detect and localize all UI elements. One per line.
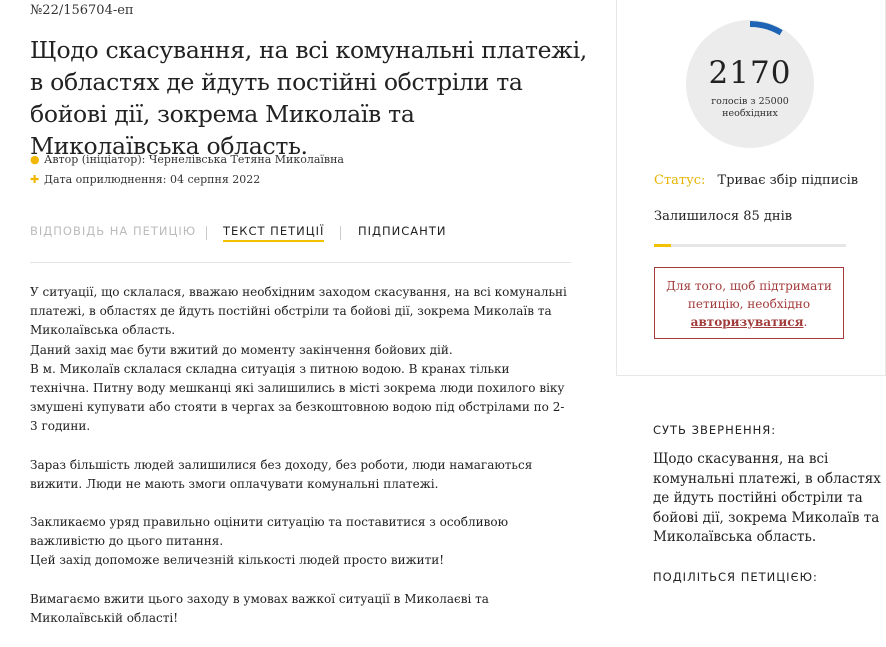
date-text: Дата оприлюднення: 04 серпня 2022 — [44, 173, 261, 186]
status-line: Статус: Триває збір підписів — [654, 173, 858, 188]
login-link[interactable]: авторизуватися — [691, 315, 804, 329]
body-paragraph: Закликаємо уряд правильно оцінити ситуац… — [30, 515, 509, 568]
tab-answer[interactable]: ВІДПОВІДЬ НА ПЕТИЦІЮ — [30, 224, 196, 238]
plus-icon: ✚ — [30, 173, 40, 186]
body-paragraph: Зараз більшість людей залишилися без дох… — [30, 457, 533, 491]
petition-body: У ситуації, що склалася, вважаю необхідн… — [30, 283, 570, 647]
votes-count: 2170 — [708, 55, 792, 91]
body-paragraph: У ситуації, що склалася, вважаю необхідн… — [30, 285, 567, 434]
petition-number: №22/156704-еп — [30, 3, 134, 18]
body-paragraph: Вимагаємо вжити цього заходу в умовах ва… — [30, 591, 489, 625]
votes-needed: голосів з 25000 необхідних — [711, 96, 789, 119]
author-line: ● Автор (ініціатор): Чернелівська Тетяна… — [30, 153, 344, 166]
petition-title: Щодо скасування, на всі комунальні плате… — [30, 36, 587, 160]
auth-notice: Для того, щоб підтримати петицію, необхі… — [654, 267, 844, 339]
tab-divider — [206, 226, 207, 240]
date-line: ✚ Дата оприлюднення: 04 серпня 2022 — [30, 173, 260, 186]
progress-bar — [654, 244, 846, 247]
tabs-divider — [30, 262, 571, 263]
user-icon: ● — [30, 153, 40, 166]
progress-fill — [654, 244, 671, 247]
author-text: Автор (ініціатор): Чернелівська Тетяна М… — [44, 153, 344, 166]
status-value: Триває збір підписів — [717, 173, 859, 188]
status-label: Статус: — [654, 173, 706, 188]
summary-heading: СУТЬ ЗВЕРНЕННЯ: — [653, 423, 777, 437]
tab-signers[interactable]: ПІДПИСАНТИ — [358, 224, 446, 238]
auth-text: Для того, щоб підтримати петицію, необхі… — [666, 279, 832, 311]
share-heading: ПОДІЛІТЬСЯ ПЕТИЦІЄЮ: — [653, 570, 818, 584]
tab-divider — [340, 226, 341, 240]
summary-text: Щодо скасування, на всі комунальні плате… — [653, 451, 881, 545]
days-remaining: Залишилося 85 днів — [654, 209, 793, 224]
tab-petition-text[interactable]: ТЕКСТ ПЕТИЦІЇ — [223, 224, 325, 242]
